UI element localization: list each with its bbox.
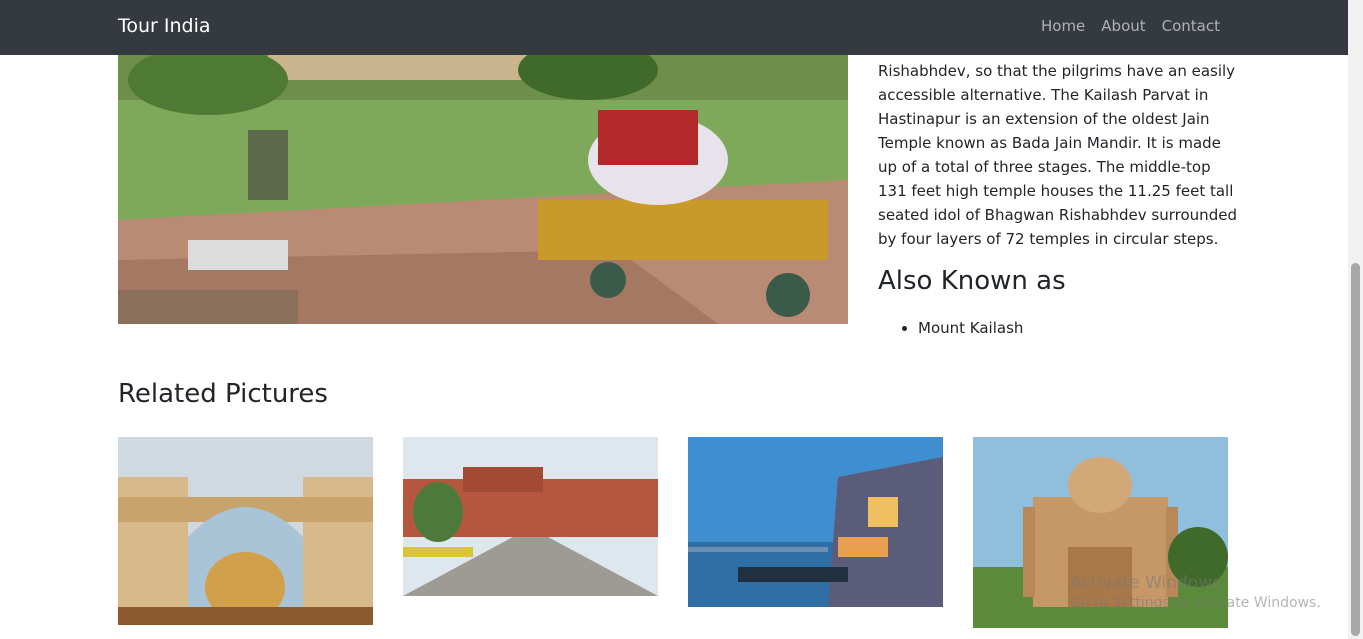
vertical-scrollbar[interactable] <box>1348 0 1363 639</box>
nav-links: Home About Contact <box>1041 17 1220 35</box>
activate-windows-watermark: Activate Windows Go to Settings to activ… <box>1070 573 1321 611</box>
nav-contact-link[interactable]: Contact <box>1162 17 1220 35</box>
watermark-title: Activate Windows <box>1070 573 1221 593</box>
hero-image-kailash-parvat <box>118 40 848 324</box>
nav-home-link[interactable]: Home <box>1041 17 1085 35</box>
related-picture-2[interactable] <box>403 437 658 596</box>
also-known-as-list: Mount Kailash <box>898 316 1023 340</box>
scrollbar-thumb[interactable] <box>1351 263 1360 636</box>
related-picture-3[interactable] <box>688 437 943 607</box>
also-known-as-heading: Also Known as <box>878 266 1066 296</box>
top-navbar: Tour India Home About Contact <box>0 0 1348 55</box>
place-description: Rishabhdev, so that the pilgrims have an… <box>878 62 1237 248</box>
list-item: Mount Kailash <box>918 316 1023 340</box>
watermark-subtitle: Go to Settings to activate Windows. <box>1070 595 1321 611</box>
brand-link[interactable]: Tour India <box>118 15 211 37</box>
nav-about-link[interactable]: About <box>1101 17 1145 35</box>
related-picture-1[interactable] <box>118 437 373 625</box>
related-pictures-heading: Related Pictures <box>118 379 328 409</box>
